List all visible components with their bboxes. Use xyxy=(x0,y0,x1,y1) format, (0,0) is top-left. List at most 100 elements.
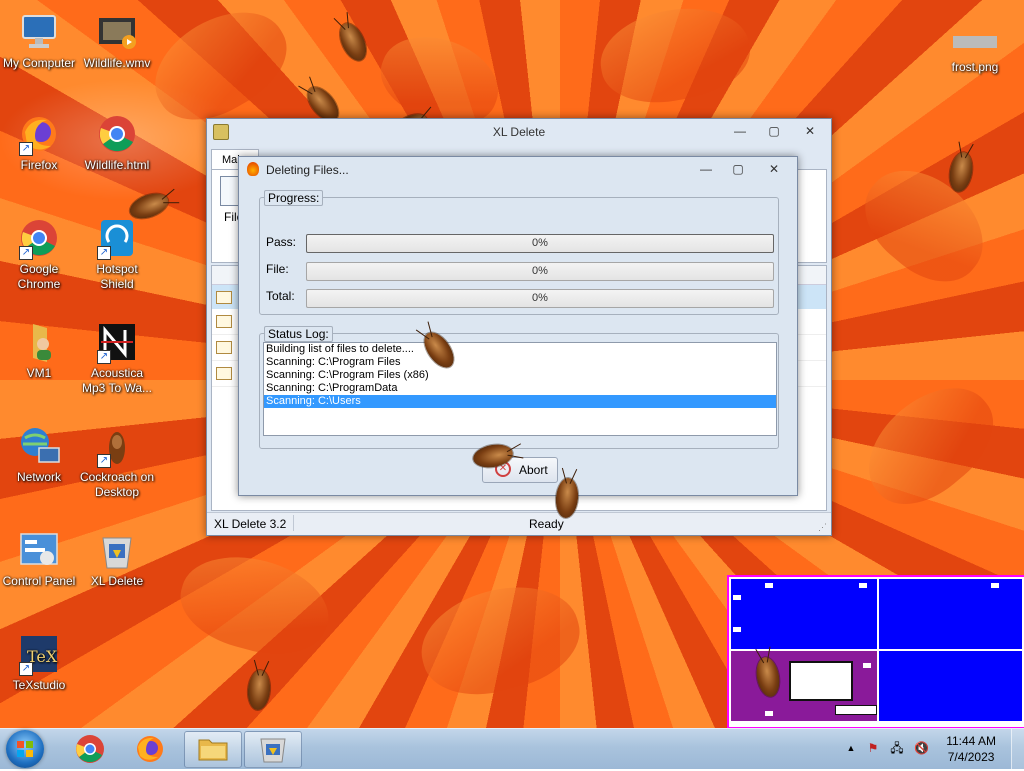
minimize-icon[interactable]: — xyxy=(731,124,749,138)
folder-icon xyxy=(216,341,232,354)
desktop-icon-cockroach-on-desktop[interactable]: ↗ Cockroach on Desktop xyxy=(78,424,156,500)
firefox-icon xyxy=(137,736,163,762)
abort-label: Abort xyxy=(519,463,548,477)
computer-icon xyxy=(17,10,61,54)
preview-marker xyxy=(859,583,867,588)
close-icon[interactable]: ✕ xyxy=(765,162,783,176)
preview-marker xyxy=(733,595,741,600)
hotspot-shield-icon: ↗ xyxy=(95,216,139,260)
wallpaper-petal xyxy=(846,148,1004,302)
desktop-icon-label: XL Delete xyxy=(90,574,144,588)
chrome-icon xyxy=(76,735,104,763)
flame-icon xyxy=(247,162,259,176)
folder-icon xyxy=(198,739,228,761)
desktop-icon-my-computer[interactable]: My Computer xyxy=(0,10,78,71)
preview-marker xyxy=(765,583,773,588)
cockroach-sprite xyxy=(334,19,372,65)
dialog-titlebar[interactable]: Deleting Files... — ▢ ✕ xyxy=(239,157,797,183)
file-progress-value: 0% xyxy=(532,265,548,277)
desktop-icon-label: Network xyxy=(16,470,61,484)
wallpaper-petal xyxy=(409,570,591,710)
log-line[interactable]: Scanning: C:\Program Files (x86) xyxy=(264,369,776,382)
texstudio-icon: TeX ↗ xyxy=(17,632,61,676)
desktop-icon-wildlife-html[interactable]: Wildlife.html xyxy=(78,112,156,173)
desktop-icon-frost-png[interactable]: frost.png xyxy=(936,30,1014,75)
firefox-icon: ↗ xyxy=(17,112,61,156)
taskbar-file-explorer[interactable] xyxy=(184,731,242,768)
close-icon[interactable]: ✕ xyxy=(801,124,819,138)
progress-group-title: Progress: xyxy=(264,190,324,206)
taskbar: ▲ ⚑ 🖧 🔇 11:44 AM 7/4/2023 xyxy=(0,728,1024,769)
log-line-selected[interactable]: Scanning: C:\Users xyxy=(264,395,776,408)
total-label: Total: xyxy=(266,289,295,303)
preview-marker xyxy=(863,663,871,668)
desktop-icon-wildlife-wmv[interactable]: Wildlife.wmv xyxy=(78,10,156,71)
show-hidden-icons-icon[interactable]: ▲ xyxy=(844,741,858,755)
control-panel-icon xyxy=(17,528,61,572)
status-log-group: Status Log: Building list of files to de… xyxy=(259,326,779,449)
desktop-icon-label: Wildlife.wmv xyxy=(83,56,151,70)
desktop-icon-label: My Computer xyxy=(2,56,76,70)
start-button[interactable] xyxy=(6,730,44,768)
log-line[interactable]: Scanning: C:\Program Files xyxy=(264,356,776,369)
volume-muted-icon[interactable]: 🔇 xyxy=(914,741,929,755)
dialog-title: Deleting Files... xyxy=(266,163,349,177)
desktop-icon-label: Hotspot Shield xyxy=(96,262,138,291)
desktop-icon-vm1[interactable]: VM1 xyxy=(0,320,78,381)
clock-time: 11:44 AM xyxy=(946,734,996,748)
cockroach-sprite xyxy=(246,669,272,711)
chrome-icon: ↗ xyxy=(17,216,61,260)
minimize-icon[interactable]: — xyxy=(697,162,715,176)
shortcut-arrow-icon: ↗ xyxy=(97,350,111,364)
action-center-icon[interactable]: ⚑ xyxy=(866,741,880,755)
pass-label: Pass: xyxy=(266,235,297,249)
taskbar-chrome[interactable] xyxy=(62,731,118,766)
wallpaper-petal xyxy=(170,542,340,668)
desktop-icon-network[interactable]: Network xyxy=(0,424,78,485)
status-version: XL Delete 3.2 xyxy=(214,517,287,531)
desktop-icon-label: Firefox xyxy=(20,158,58,172)
cockroach-sprite xyxy=(946,150,976,194)
maximize-icon[interactable]: ▢ xyxy=(729,162,747,176)
desktop-icon-texstudio[interactable]: TeX ↗ TeXstudio xyxy=(0,632,78,693)
show-desktop-button[interactable] xyxy=(1011,729,1024,769)
preview-quadrant xyxy=(879,579,1022,649)
log-line[interactable]: Building list of files to delete.... xyxy=(264,343,776,356)
network-icon xyxy=(17,424,61,468)
folder-icon xyxy=(216,291,232,304)
taskbar-xl-delete[interactable] xyxy=(244,731,302,768)
status-log-list[interactable]: Building list of files to delete.... Sca… xyxy=(263,342,777,436)
desktop-icon-control-panel[interactable]: Control Panel xyxy=(0,528,78,589)
cockroach-icon: ↗ xyxy=(95,424,139,468)
desktop-icon-label: Wildlife.html xyxy=(84,158,150,172)
desktop-icon-label: Google Chrome xyxy=(17,262,61,291)
user-folder-icon xyxy=(17,320,61,364)
taskbar-clock[interactable]: 11:44 AM 7/4/2023 xyxy=(946,733,996,765)
desktop-icon-hotspot-shield[interactable]: ↗ Hotspot Shield xyxy=(78,216,156,292)
preview-marker xyxy=(765,711,773,716)
file-label: File: xyxy=(266,262,289,276)
desktop-icon-label: Control Panel xyxy=(2,574,76,588)
status-divider xyxy=(293,515,294,531)
folder-icon xyxy=(216,367,232,380)
xl-delete-titlebar[interactable]: XL Delete — ▢ ✕ xyxy=(207,119,831,145)
folder-icon xyxy=(216,315,232,328)
pass-progress-value: 0% xyxy=(532,237,548,249)
preview-marker xyxy=(991,583,999,588)
xl-delete-icon xyxy=(95,528,139,572)
resize-grip-icon[interactable]: ⋰ xyxy=(818,522,827,533)
shortcut-arrow-icon: ↗ xyxy=(19,662,33,676)
shortcut-arrow-icon: ↗ xyxy=(97,454,111,468)
network-tray-icon[interactable]: 🖧 xyxy=(890,741,904,755)
desktop-icon-google-chrome[interactable]: ↗ Google Chrome xyxy=(0,216,78,292)
desktop-icon-acoustica[interactable]: ↗ Acoustica Mp3 To Wa... xyxy=(78,320,156,396)
status-log-group-title: Status Log: xyxy=(264,326,333,342)
log-line[interactable]: Scanning: C:\ProgramData xyxy=(264,382,776,395)
taskbar-firefox[interactable] xyxy=(122,731,178,766)
desktop-icon-firefox[interactable]: ↗ Firefox xyxy=(0,112,78,173)
preview-quadrant xyxy=(731,579,877,649)
xl-delete-icon xyxy=(260,738,286,763)
desktop-icon-xl-delete[interactable]: XL Delete xyxy=(78,528,156,589)
wallpaper-petal xyxy=(847,365,1013,525)
maximize-icon[interactable]: ▢ xyxy=(765,124,783,138)
